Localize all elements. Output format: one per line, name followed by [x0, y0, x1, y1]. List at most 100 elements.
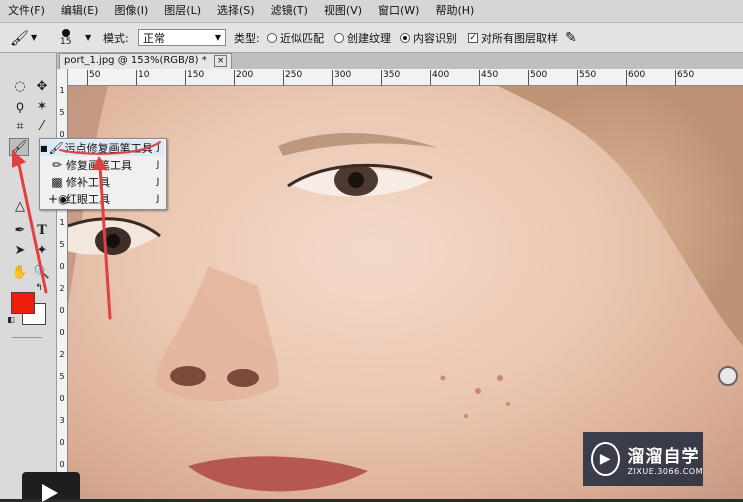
- healing-brush-icon: ✏: [51, 158, 63, 172]
- arrow-cursor-icon: ➤: [14, 242, 26, 258]
- video-play-button[interactable]: [22, 472, 80, 502]
- sharpen-tool[interactable]: △: [10, 197, 30, 215]
- ruler-tick: [87, 70, 88, 85]
- menu-filter[interactable]: 滤镜(T): [263, 0, 316, 22]
- play-logo-icon: ▶: [591, 442, 620, 476]
- mode-select[interactable]: 正常 ▼: [138, 29, 226, 46]
- flyout-item-patch[interactable]: ▩ 修补工具 J: [40, 174, 164, 190]
- menu-layer[interactable]: 图层(L): [156, 0, 209, 22]
- type-icon: T: [37, 222, 47, 238]
- shape-tool[interactable]: ✦: [32, 241, 52, 259]
- hand-tool[interactable]: ✋: [10, 263, 30, 281]
- toolbox-divider: [12, 337, 42, 338]
- ruler-tick: [234, 70, 235, 85]
- menu-window[interactable]: 窗口(W): [370, 0, 427, 22]
- ruler-tick-label: 400: [432, 70, 450, 80]
- ruler-tick-label: 5: [59, 372, 65, 381]
- ruler-tick-label: 10: [138, 70, 150, 80]
- marquee-tool[interactable]: ◌: [10, 77, 30, 95]
- sample-all-layers-checkbox[interactable]: ✓ 对所有图层取样: [468, 23, 558, 52]
- spot-healing-brush-icon: 🖌: [10, 139, 28, 155]
- ruler-tick-label: 650: [677, 70, 695, 80]
- ruler-tick-label: 2: [59, 350, 65, 359]
- flyout-item-label: 红眼工具: [66, 193, 110, 206]
- chevron-down-icon: ▼: [85, 33, 92, 42]
- foreground-color-swatch[interactable]: [11, 292, 35, 314]
- close-icon[interactable]: ×: [213, 55, 228, 67]
- flyout-shortcut: J: [156, 177, 160, 187]
- radio-button-selected: [400, 32, 410, 43]
- zoom-icon: 🔍: [33, 264, 51, 280]
- watermark-title: 溜溜自学: [627, 447, 700, 467]
- ruler-tick-label: 300: [334, 70, 352, 80]
- zoom-tool[interactable]: 🔍: [32, 263, 52, 281]
- ruler-tick-label: 550: [579, 70, 597, 80]
- flyout-item-healing-brush[interactable]: ✏ 修复画笔工具 J: [40, 157, 164, 173]
- hand-icon: ✋: [11, 264, 29, 280]
- flyout-shortcut: J: [156, 160, 160, 170]
- flyout-item-spot-healing-brush[interactable]: ■ 🖌 污点修复画笔工具 J: [40, 140, 164, 156]
- ruler-tick-label: 1: [59, 86, 65, 95]
- toolbox: ◌ ✥ ϙ ✶ ⌗ ⁄ 🖌 △ ✒ T ➤ ✦ ✋ 🔍 ↰ ◧: [0, 53, 57, 499]
- flyout-item-red-eye[interactable]: +◉ 红眼工具 J: [40, 191, 164, 207]
- menu-image[interactable]: 图像(I): [106, 0, 156, 22]
- radio-label: 创建纹理: [347, 31, 391, 45]
- ruler-tick: [528, 70, 529, 85]
- path-selection-tool[interactable]: ➤: [10, 241, 30, 259]
- brush-size-value: 15: [60, 36, 72, 47]
- brush-dropdown-arrow[interactable]: ▼: [85, 23, 91, 52]
- ruler-tick-label: 5: [59, 240, 65, 249]
- brush-size-picker[interactable]: 15: [60, 23, 71, 52]
- move-icon: ✥: [36, 78, 48, 94]
- lasso-tool[interactable]: ϙ: [10, 97, 30, 115]
- ruler-tick-label: 200: [236, 70, 254, 80]
- pen-tool[interactable]: ✒: [10, 221, 30, 239]
- radio-create-texture[interactable]: 创建纹理: [334, 23, 391, 52]
- menu-edit[interactable]: 编辑(E): [53, 0, 107, 22]
- flyout-shortcut: J: [156, 194, 160, 204]
- patch-icon: ▩: [51, 175, 63, 189]
- menu-select[interactable]: 选择(S): [209, 0, 263, 22]
- eyedropper-tool[interactable]: ⁄: [32, 117, 52, 135]
- checkbox-label: 对所有图层取样: [481, 31, 558, 45]
- lasso-icon: ϙ: [16, 98, 24, 114]
- ruler-tick-label: 50: [89, 70, 101, 80]
- options-bar: 🖌 ▼ 15 ▼ 模式: 正常 ▼ 类型: 近似匹配 创建纹理 内容识别 ✓ 对…: [0, 23, 743, 53]
- spot-healing-brush-tool[interactable]: 🖌: [9, 138, 29, 156]
- ruler-tick-label: 600: [628, 70, 646, 80]
- eyedropper-icon: ⁄: [40, 118, 44, 134]
- default-colors-icon: ◧: [7, 314, 15, 324]
- ruler-tick: [675, 70, 676, 85]
- menu-view[interactable]: 视图(V): [316, 0, 370, 22]
- ruler-tick-label: 1: [59, 218, 65, 227]
- magic-wand-tool[interactable]: ✶: [32, 97, 52, 115]
- radio-content-aware[interactable]: 内容识别: [400, 23, 457, 52]
- red-eye-icon: +◉: [48, 192, 69, 206]
- tool-preset-picker[interactable]: 🖌 ▼: [10, 23, 37, 52]
- default-colors-button[interactable]: ◧: [6, 314, 16, 324]
- ruler-tick: [185, 70, 186, 85]
- flyout-item-label: 污点修复画笔工具: [64, 142, 153, 155]
- ruler-tick-label: 0: [59, 394, 65, 403]
- ruler-vertical: 150100150200250300: [57, 69, 68, 499]
- healing-tools-flyout: ■ 🖌 污点修复画笔工具 J ✏ 修复画笔工具 J ▩ 修补工具 J +◉ 红眼…: [39, 138, 167, 210]
- pen-icon: ✒: [14, 222, 26, 238]
- type-tool[interactable]: T: [32, 221, 52, 239]
- document-tab[interactable]: port_1.jpg @ 153%(RGB/8) * ×: [59, 53, 233, 69]
- crop-tool[interactable]: ⌗: [10, 117, 30, 135]
- radio-proximity-match[interactable]: 近似匹配: [267, 23, 324, 52]
- ruler-tick-label: 450: [481, 70, 499, 80]
- pressure-size-button[interactable]: ✎: [565, 23, 577, 52]
- brush-tip-icon: [61, 28, 70, 37]
- ruler-tick: [136, 70, 137, 85]
- document-tab-bar: port_1.jpg @ 153%(RGB/8) * ×: [57, 53, 743, 69]
- mode-select-value: 正常: [143, 31, 165, 45]
- ruler-tick-label: 0: [59, 306, 65, 315]
- radio-button: [267, 32, 277, 43]
- menu-bar: 文件(F) 编辑(E) 图像(I) 图层(L) 选择(S) 滤镜(T) 视图(V…: [0, 0, 743, 23]
- move-tool[interactable]: ✥: [32, 77, 52, 95]
- radio-label: 内容识别: [413, 31, 457, 45]
- menu-file[interactable]: 文件(F): [0, 0, 53, 22]
- ruler-tick-label: 0: [59, 438, 65, 447]
- menu-help[interactable]: 帮助(H): [427, 0, 482, 22]
